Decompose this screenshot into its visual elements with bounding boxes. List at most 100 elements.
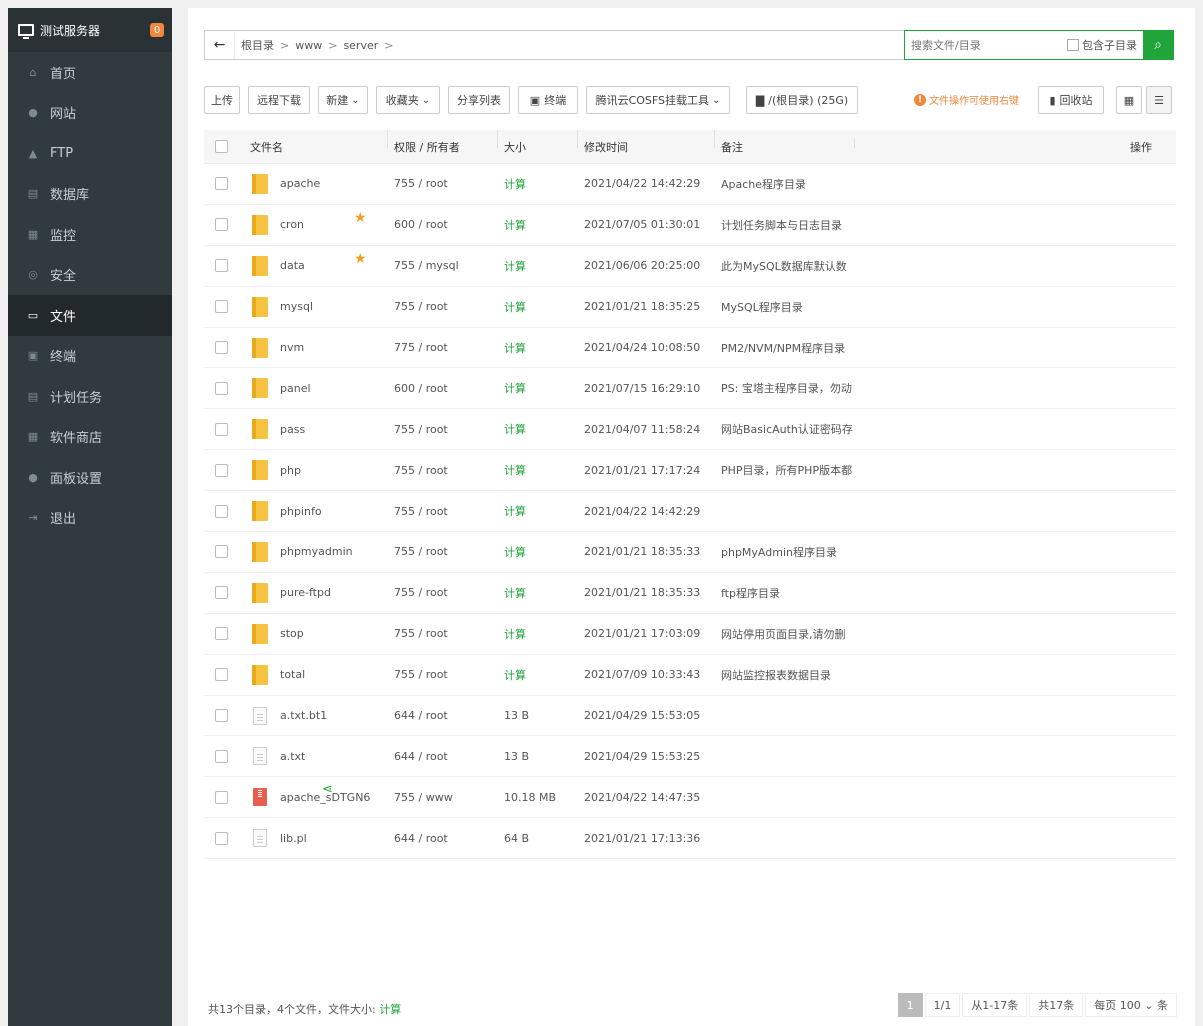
search-button[interactable]: ⌕ (1143, 31, 1173, 59)
star-icon[interactable]: ★ (354, 251, 367, 267)
terminal-button[interactable]: ▣ 终端 (518, 86, 578, 114)
file-name-cell[interactable]: apache (238, 173, 394, 194)
file-note[interactable]: Apache程序目录 (721, 176, 861, 192)
file-size[interactable]: 计算 (504, 340, 584, 356)
table-row[interactable]: stop 755 / root 计算 2021/01/21 17:03:09 网站停用页… (204, 614, 1176, 655)
crumb-www[interactable]: www (295, 39, 322, 52)
table-row[interactable]: nvm 775 / root 计算 2021/04/24 10:08:50 PM2/NV… (204, 328, 1176, 369)
file-name-cell[interactable]: total (238, 664, 394, 685)
share-icon[interactable]: ⋖ (322, 782, 333, 797)
file-name[interactable]: apache (280, 177, 320, 190)
file-note[interactable]: PM2/NVM/NPM程序目录 (721, 340, 861, 356)
table-row[interactable]: apache_sDTGN6 ⋖ 755 / www 10.18 MB 2021/04/2… (204, 777, 1176, 819)
table-row[interactable]: pass 755 / root 计算 2021/04/07 11:58:24 网站Bas… (204, 409, 1176, 451)
upload-button[interactable]: 上传 (204, 86, 240, 114)
file-name-cell[interactable]: mysql (238, 296, 394, 317)
row-checkbox[interactable] (214, 341, 228, 354)
file-name-cell[interactable]: data ★ (238, 251, 394, 276)
table-row[interactable]: mysql 755 / root 计算 2021/01/21 18:35:25 MySQ… (204, 287, 1176, 328)
search-input[interactable] (905, 31, 1067, 59)
file-perm[interactable]: 644 / root (394, 832, 504, 845)
file-note[interactable]: ftp程序目录 (721, 585, 861, 601)
cosfs-button[interactable]: 腾讯云COSFS挂载工具 ⌄ (586, 86, 730, 114)
file-name[interactable]: stop (280, 627, 304, 640)
sidebar-item-11[interactable]: ⇥ 退出 (8, 498, 172, 539)
file-name[interactable]: phpmyadmin (280, 545, 353, 558)
sidebar-item-3[interactable]: ▤ 数据库 (8, 174, 172, 215)
sidebar-item-8[interactable]: ▤ 计划任务 (8, 376, 172, 417)
sidebar-item-6[interactable]: ▭ 文件 (8, 295, 172, 336)
table-row[interactable]: a.txt.bt1 644 / root 13 B 2021/04/29 15:53:… (204, 696, 1176, 737)
file-perm[interactable]: 775 / root (394, 341, 504, 354)
include-subdir-checkbox[interactable] (1067, 39, 1079, 51)
file-name-cell[interactable]: panel (238, 378, 394, 399)
file-name-cell[interactable]: stop (238, 623, 394, 644)
back-button[interactable]: ← (205, 31, 235, 59)
file-note[interactable]: 计划任务脚本与日志目录 (721, 217, 861, 233)
file-size[interactable]: 计算 (504, 258, 584, 274)
file-name[interactable]: panel (280, 382, 311, 395)
file-size[interactable]: 计算 (504, 585, 584, 601)
table-row[interactable]: lib.pl 644 / root 64 B 2021/01/21 17:13:36 (204, 818, 1176, 860)
file-note[interactable]: 网站BasicAuth认证密码存 (721, 421, 861, 437)
file-name[interactable]: a.txt (280, 750, 305, 763)
file-name-cell[interactable]: phpinfo (238, 501, 394, 522)
row-checkbox[interactable] (214, 545, 228, 559)
file-name-cell[interactable]: phpmyadmin (238, 541, 394, 562)
sidebar-item-5[interactable]: ◎ 安全 (8, 255, 172, 296)
file-perm[interactable]: 755 / root (394, 668, 504, 681)
file-note[interactable]: PHP目录，所有PHP版本都 (721, 462, 861, 478)
file-note[interactable]: 网站监控报表数据目录 (721, 667, 861, 683)
table-row[interactable]: data ★ 755 / mysql 计算 2021/06/06 20:25:00 此为M… (204, 246, 1176, 287)
row-checkbox[interactable] (214, 586, 228, 600)
row-checkbox[interactable] (214, 463, 228, 477)
row-checkbox[interactable] (214, 627, 228, 641)
file-name-cell[interactable]: lib.pl (238, 829, 394, 848)
file-note[interactable]: PS: 宝塔主程序目录，勿动 (721, 380, 861, 396)
sidebar-item-10[interactable]: ● 面板设置 (8, 457, 172, 498)
table-row[interactable]: phpinfo 755 / root 计算 2021/04/22 14:42:29 (204, 491, 1176, 533)
table-row[interactable]: panel 600 / root 计算 2021/07/15 16:29:10 PS: … (204, 368, 1176, 410)
include-subdir-option[interactable]: 包含子目录 (1067, 31, 1143, 59)
col-name[interactable]: 文件名 (238, 129, 394, 155)
file-size[interactable]: 计算 (504, 503, 584, 519)
file-perm[interactable]: 644 / root (394, 709, 504, 722)
file-perm[interactable]: 755 / root (394, 464, 504, 477)
file-name-cell[interactable]: pure-ftpd (238, 582, 394, 603)
crumb-root[interactable]: 根目录 (241, 37, 274, 53)
file-name-cell[interactable]: a.txt (238, 747, 394, 766)
summary-calc-link[interactable]: 计算 (379, 1003, 401, 1016)
file-size[interactable]: 计算 (504, 299, 584, 315)
table-row[interactable]: php 755 / root 计算 2021/01/21 17:17:24 PHP目录，… (204, 450, 1176, 492)
file-note[interactable]: MySQL程序目录 (721, 299, 861, 315)
file-size[interactable]: 计算 (504, 667, 584, 683)
row-checkbox[interactable] (214, 259, 228, 273)
file-perm[interactable]: 755 / root (394, 545, 504, 558)
file-name-cell[interactable]: cron ★ (238, 210, 394, 235)
file-size[interactable]: 计算 (504, 626, 584, 642)
file-name-cell[interactable]: nvm (238, 337, 394, 358)
table-row[interactable]: pure-ftpd 755 / root 计算 2021/01/21 18:35:33… (204, 573, 1176, 614)
sidebar-item-1[interactable]: ● 网站 (8, 93, 172, 134)
table-row[interactable]: total 755 / root 计算 2021/07/09 10:33:43 网站监控… (204, 655, 1176, 696)
favorites-button[interactable]: 收藏夹 ⌄ (376, 86, 440, 114)
new-button[interactable]: 新建 ⌄ (318, 86, 368, 114)
grid-view-button[interactable]: ▦ (1116, 86, 1142, 114)
file-name[interactable]: pass (280, 423, 305, 436)
remote-download-button[interactable]: 远程下载 (248, 86, 310, 114)
table-row[interactable]: cron ★ 600 / root 计算 2021/07/05 01:30:01 计划任务… (204, 205, 1176, 246)
file-perm[interactable]: 755 / root (394, 423, 504, 436)
file-perm[interactable]: 755 / root (394, 505, 504, 518)
notification-badge[interactable]: 0 (150, 23, 164, 37)
row-checkbox[interactable] (214, 422, 228, 436)
file-note[interactable]: 此为MySQL数据库默认数 (721, 258, 861, 274)
file-perm[interactable]: 755 / www (394, 791, 504, 804)
recycle-bin-button[interactable]: ▮ 回收站 (1038, 86, 1104, 114)
row-checkbox[interactable] (214, 668, 228, 682)
file-size[interactable]: 计算 (504, 421, 584, 437)
file-perm[interactable]: 755 / root (394, 627, 504, 640)
file-perm[interactable]: 600 / root (394, 382, 504, 395)
sidebar-item-0[interactable]: ⌂ 首页 (8, 52, 172, 93)
col-size[interactable]: 大小 (504, 129, 584, 155)
file-perm[interactable]: 644 / root (394, 750, 504, 763)
